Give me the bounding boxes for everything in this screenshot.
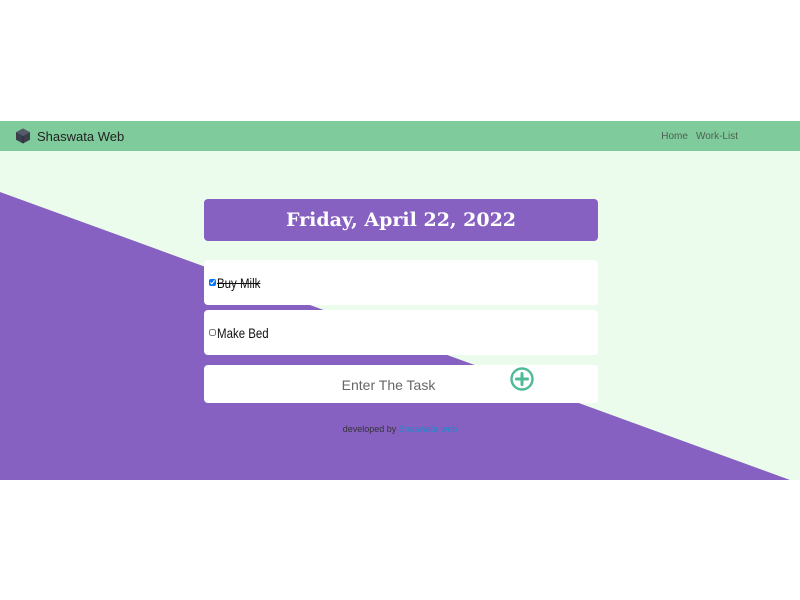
footer: developed by Shaswata web <box>0 424 800 434</box>
date-title: Friday, April 22, 2022 <box>285 209 517 231</box>
footer-link[interactable]: Shaswata web <box>399 424 458 434</box>
brand[interactable]: Shaswata Web <box>15 128 124 144</box>
nav-links: Home Work-List <box>661 121 738 151</box>
date-header: Friday, April 22, 2022 <box>204 199 598 241</box>
task-item: Make Bed <box>204 310 598 355</box>
nav-link-work-list[interactable]: Work-List <box>696 131 738 142</box>
plus-circle-icon <box>510 367 534 391</box>
footer-text: developed by <box>342 424 397 434</box>
task-item: Buy Milk <box>204 260 598 305</box>
task-checkbox-make-bed[interactable] <box>209 329 216 336</box>
task-label-make-bed: Make Bed <box>217 324 269 341</box>
task-checkbox-buy-milk[interactable] <box>209 279 216 286</box>
nav-link-home[interactable]: Home <box>661 131 688 142</box>
brand-name: Shaswata Web <box>37 128 125 144</box>
navbar: Shaswata Web Home Work-List <box>0 121 800 151</box>
add-task-form <box>204 365 598 405</box>
add-task-button[interactable] <box>509 366 535 392</box>
task-label-buy-milk: Buy Milk <box>217 274 261 291</box>
cube-icon <box>15 128 31 144</box>
main-area: Friday, April 22, 2022 Buy Milk Make Bed… <box>0 151 800 480</box>
